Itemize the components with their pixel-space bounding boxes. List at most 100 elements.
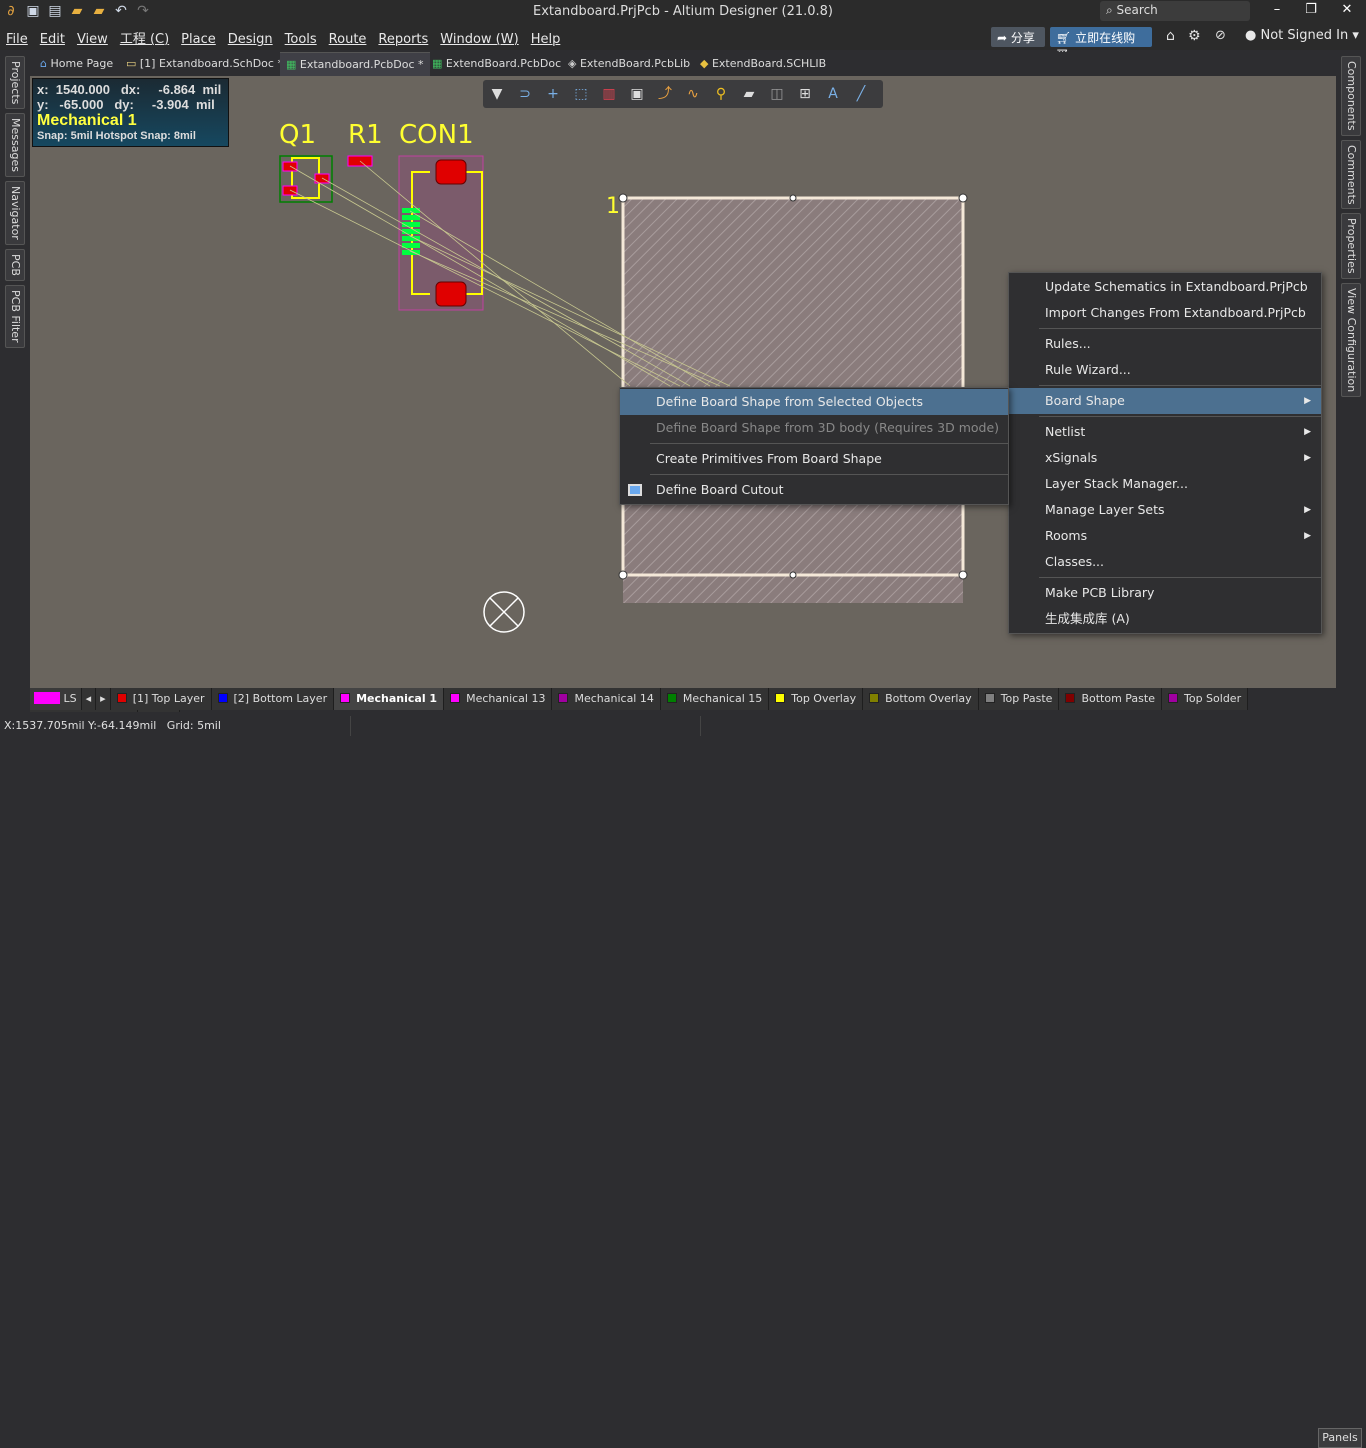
panel-tab-components[interactable]: Components (1341, 56, 1361, 136)
menu-help[interactable]: Help (525, 28, 567, 47)
layer-tab[interactable]: Mechanical 1 (334, 688, 445, 710)
tab-extendboard-pcbdoc[interactable]: ▦ ExtendBoard.PcbDoc (426, 52, 567, 76)
tab-label: ExtendBoard.SCHLIB (711, 57, 827, 70)
menu-item-rules[interactable]: Rules... (1009, 331, 1321, 357)
layer-color-swatch (450, 693, 461, 703)
component-icon[interactable]: ▣ (623, 80, 651, 108)
menu-item-classes[interactable]: Classes... (1009, 549, 1321, 575)
route-icon[interactable]: ⤴ (651, 80, 679, 108)
menu-place[interactable]: Place (175, 28, 222, 47)
menu-item-import-changes-from-extandboard-prjpcb[interactable]: Import Changes From Extandboard.PrjPcb (1009, 300, 1321, 326)
line-icon[interactable]: ╱ (847, 80, 875, 108)
search-placeholder: Search (1116, 3, 1158, 17)
layer-tab[interactable]: Mechanical 13 (444, 688, 553, 710)
layer-tab[interactable]: [2] Bottom Layer (211, 688, 335, 710)
notifications-off-icon[interactable]: ⊘ (1215, 28, 1226, 43)
panels-button[interactable]: Panels (1318, 1428, 1362, 1448)
crosshair-icon[interactable]: + (539, 80, 567, 108)
submenu-arrow-icon: ▶ (1304, 427, 1311, 437)
tab-label: [1] Extandboard.SchDoc * (139, 57, 283, 70)
menu-item-netlist[interactable]: Netlist ▶ (1009, 419, 1321, 445)
dimension-icon[interactable]: ⊞ (791, 80, 819, 108)
menu-edit[interactable]: Edit (34, 28, 71, 47)
maximize-button[interactable]: ❐ (1296, 2, 1326, 17)
interactive-route-magnet-icon[interactable]: ⊃ (511, 80, 539, 108)
panel-tab-pcb[interactable]: PCB (5, 249, 25, 282)
menu-project[interactable]: 工程 (C) (114, 24, 175, 47)
menu-item-a[interactable]: 生成集成库 (A) (1009, 606, 1321, 632)
menu-item-label: Rules... (1045, 336, 1091, 351)
menu-route[interactable]: Route (323, 28, 373, 47)
layer-scroll-left[interactable]: ◂ (81, 688, 97, 710)
menu-item-update-schematics-in-extandboard-prjpcb[interactable]: Update Schematics in Extandboard.PrjPcb (1009, 274, 1321, 300)
layer-scroll-right[interactable]: ▸ (96, 688, 111, 710)
menu-item-xsignals[interactable]: xSignals ▶ (1009, 445, 1321, 471)
tab-schlib[interactable]: ◆ ExtendBoard.SCHLIB (694, 52, 832, 76)
home-icon[interactable]: ⌂ (1166, 28, 1175, 44)
layer-label: Mechanical 13 (466, 692, 546, 705)
layer-tab[interactable]: Mechanical 15 (660, 688, 770, 710)
menu-tools[interactable]: Tools (279, 28, 323, 47)
share-button[interactable]: ➦ 分享 (991, 27, 1045, 47)
layer-color-swatch (984, 693, 995, 703)
menu-file[interactable]: File (0, 28, 34, 47)
layer-tab[interactable]: Top Solder (1162, 688, 1249, 710)
layer-color-swatch (775, 693, 786, 703)
length-tune-icon[interactable]: ∿ (679, 80, 707, 108)
layer-tab[interactable]: Top Paste (978, 688, 1060, 710)
layer-set-button[interactable]: LS (30, 688, 82, 710)
keepout-icon[interactable]: ◫ (763, 80, 791, 108)
buy-online-button[interactable]: 🛒︎ 立即在线购买 (1050, 27, 1152, 62)
layer-tab[interactable]: [1] Top Layer (110, 688, 212, 710)
tab-pcblib[interactable]: ◈ ExtendBoard.PcbLib (562, 52, 696, 76)
tab-label: ExtendBoard.PcbLib (579, 57, 691, 70)
menu-item-board-shape[interactable]: Board Shape ▶ (1009, 388, 1321, 414)
layer-label: Mechanical 14 (574, 692, 654, 705)
menu-design[interactable]: Design (222, 28, 279, 47)
tab-schdoc[interactable]: ▭ [1] Extandboard.SchDoc * (120, 52, 289, 76)
select-rectangle-icon[interactable]: ⬚ (567, 80, 595, 108)
panel-tab-pcb-filter[interactable]: PCB Filter (5, 285, 25, 348)
menu-item-label: Rooms (1045, 528, 1088, 543)
filter-icon[interactable]: ▼ (483, 80, 511, 108)
panel-tab-properties[interactable]: Properties (1341, 213, 1361, 279)
menu-item-make-pcb-library[interactable]: Make PCB Library (1009, 580, 1321, 606)
fill-icon[interactable]: ▰ (735, 80, 763, 108)
search-icon: ⌕ (1106, 3, 1117, 17)
panel-tab-navigator[interactable]: Navigator (5, 181, 25, 246)
text-icon[interactable]: A (819, 80, 847, 108)
panel-tab-messages[interactable]: Messages (5, 113, 25, 178)
tab-pcbdoc-active[interactable]: ▦ Extandboard.PcbDoc * (280, 52, 430, 76)
menu-item-layer-stack-manager[interactable]: Layer Stack Manager... (1009, 471, 1321, 497)
pad-via-icon[interactable]: ⚲ (707, 80, 735, 108)
layer-color-swatch (1065, 693, 1076, 703)
tab-label: Home Page (50, 57, 114, 70)
panel-tab-projects[interactable]: Projects (5, 56, 25, 110)
layer-tab[interactable]: Top Overlay (769, 688, 864, 710)
align-icon[interactable]: ▥ (595, 80, 623, 108)
layer-set-swatch (34, 692, 60, 704)
menu-item-define-board-cutout[interactable]: Define Board Cutout (620, 477, 1008, 503)
menu-item-rule-wizard[interactable]: Rule Wizard... (1009, 357, 1321, 383)
layer-tab[interactable]: Bottom Paste (1059, 688, 1162, 710)
menu-item-label: Layer Stack Manager... (1045, 476, 1188, 491)
designator-q1: Q1 (279, 120, 317, 150)
menu-item-define-board-shape-from-selected-objects[interactable]: Define Board Shape from Selected Objects (620, 389, 1008, 415)
menu-item-create-primitives-from-board-shape[interactable]: Create Primitives From Board Shape (620, 446, 1008, 472)
account-menu[interactable]: ● Not Signed In ▾ (1245, 28, 1359, 43)
menu-reports[interactable]: Reports (372, 28, 434, 47)
minimize-button[interactable]: – (1262, 2, 1292, 17)
panel-tab-comments[interactable]: Comments (1341, 139, 1361, 210)
menu-view[interactable]: View (71, 28, 114, 47)
layer-tab[interactable]: Bottom Overlay (863, 688, 979, 710)
gear-icon[interactable]: ⚙ (1188, 28, 1201, 44)
tab-home-page[interactable]: ⌂ Home Page (34, 52, 119, 76)
search-input[interactable]: ⌕ Search (1100, 1, 1250, 21)
panel-tab-view-configuration[interactable]: View Configuration (1341, 282, 1361, 398)
menu-item-rooms[interactable]: Rooms ▶ (1009, 523, 1321, 549)
menu-item-manage-layer-sets[interactable]: Manage Layer Sets ▶ (1009, 497, 1321, 523)
layer-tab[interactable]: Mechanical 14 (552, 688, 661, 710)
menu-window[interactable]: Window (W) (434, 28, 524, 47)
menu-item-label: Create Primitives From Board Shape (656, 451, 882, 466)
close-button[interactable]: ✕ (1332, 2, 1362, 17)
